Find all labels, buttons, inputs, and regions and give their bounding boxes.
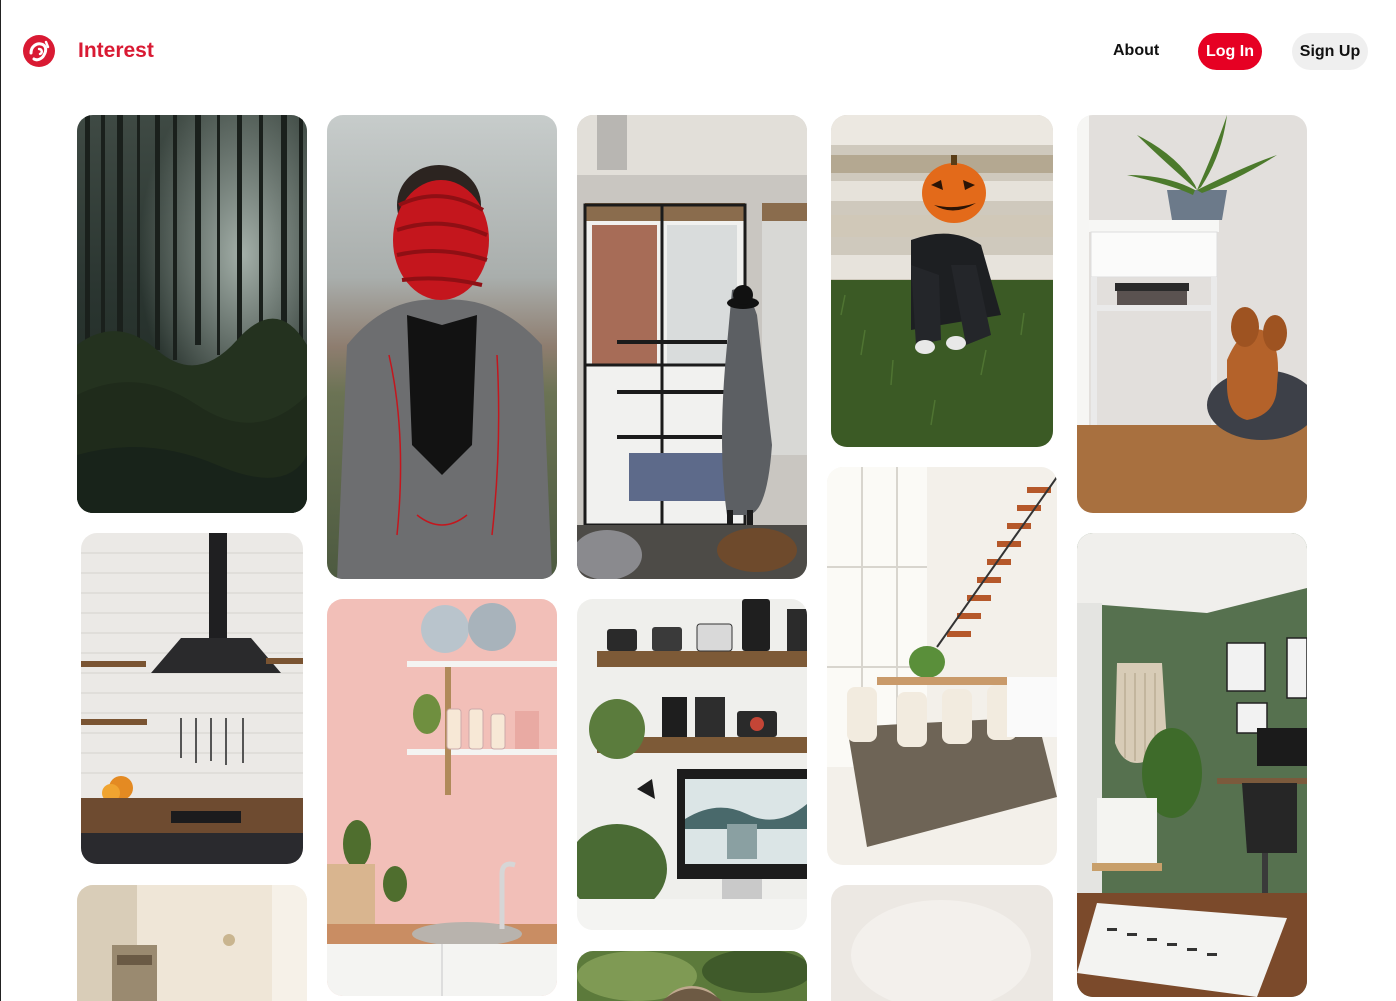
pin-staircase-dining[interactable] [827, 467, 1057, 865]
pin-dog-nightstand[interactable] [1077, 115, 1307, 513]
logo-icon[interactable] [22, 34, 56, 68]
pin-green-office[interactable] [1077, 533, 1307, 997]
pin-kitchen-white-brick[interactable] [81, 533, 303, 864]
pin-pink-kitchen[interactable] [327, 599, 557, 996]
brand-name[interactable]: Interest [78, 38, 154, 64]
pin-outdoor-portrait[interactable] [577, 951, 807, 1001]
pin-warm-interior[interactable] [77, 885, 307, 1001]
pin-loft-window-woman[interactable] [577, 115, 807, 579]
pin-camera-shelves[interactable] [577, 599, 807, 930]
pin-pumpkin-head[interactable] [831, 115, 1053, 447]
pin-forest[interactable] [77, 115, 307, 513]
page: Interest About Log In Sign Up [0, 0, 1396, 1001]
about-link[interactable]: About [1107, 33, 1165, 69]
login-button[interactable]: Log In [1198, 33, 1262, 70]
signup-button[interactable]: Sign Up [1292, 33, 1368, 70]
pin-red-yarn-face[interactable] [327, 115, 557, 579]
pin-plain-texture[interactable] [831, 885, 1053, 1001]
